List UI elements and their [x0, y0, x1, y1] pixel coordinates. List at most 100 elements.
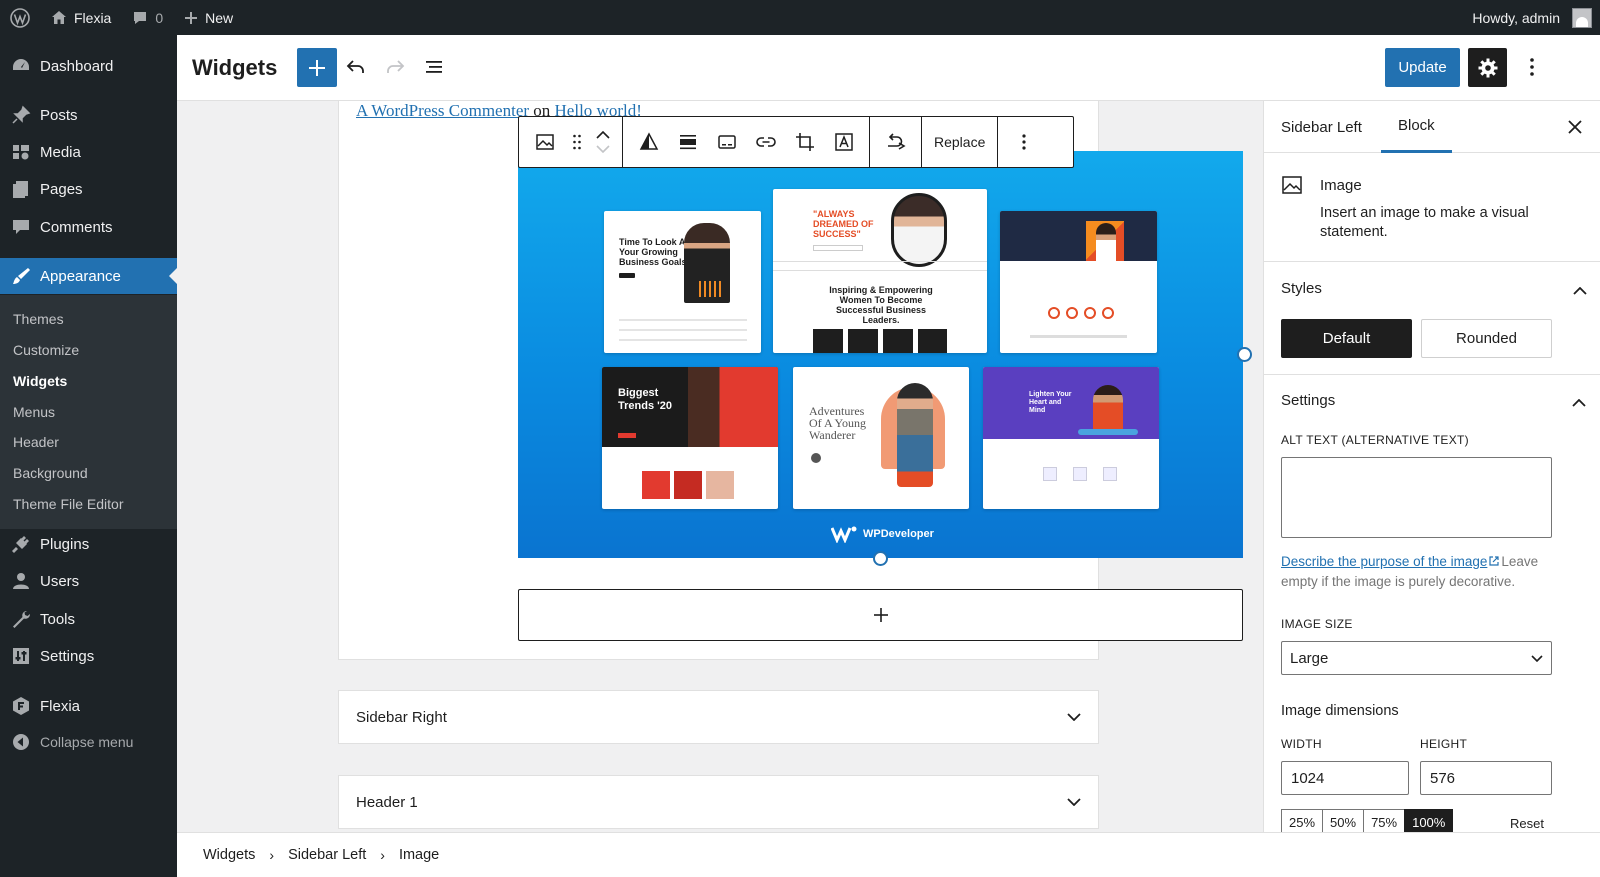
describe-purpose-link[interactable]: Describe the purpose of the image: [1281, 554, 1487, 569]
close-icon[interactable]: [1563, 115, 1587, 139]
align-icon[interactable]: [668, 122, 707, 162]
resize-handle-bottom[interactable]: [873, 551, 888, 566]
chevron-down-icon: [1531, 654, 1543, 662]
account-menu[interactable]: Howdy, admin: [1462, 0, 1600, 35]
chevron-up-icon[interactable]: [596, 131, 610, 139]
styles-title[interactable]: Styles: [1281, 280, 1322, 297]
chevron-right-icon: ›: [269, 847, 275, 863]
menu-item-flexia[interactable]: Flexia: [0, 688, 177, 724]
image-block[interactable]: Time To Look At Your Growing Business Go…: [518, 151, 1243, 558]
widget-area-title: Header 1: [356, 793, 418, 811]
menu-item-dashboard[interactable]: Dashboard: [0, 48, 177, 84]
settings-title[interactable]: Settings: [1281, 392, 1335, 409]
site-name-link[interactable]: Flexia: [40, 0, 121, 35]
thumbnail-title: Biggest Trends '20: [618, 387, 672, 412]
more-options-icon[interactable]: [1520, 55, 1544, 79]
template-thumbnail-business: Time To Look At Your Growing Business Go…: [604, 211, 761, 353]
widget-area-sidebar-right[interactable]: Sidebar Right: [338, 690, 1099, 744]
menu-label: Pages: [40, 180, 83, 198]
scale-100-button[interactable]: 100%: [1404, 809, 1454, 832]
menu-item-tools[interactable]: Tools: [0, 601, 177, 637]
height-input[interactable]: [1420, 761, 1552, 795]
duotone-filter-icon[interactable]: [629, 122, 668, 162]
chevron-down-icon: [1067, 713, 1081, 721]
tab-block[interactable]: Block: [1381, 101, 1452, 153]
reset-dimensions-button[interactable]: Reset: [1510, 816, 1544, 831]
submenu-item-background[interactable]: Background: [13, 465, 88, 481]
settings-sidebar: Sidebar Left Block Image Insert an image…: [1263, 101, 1600, 832]
wordpress-logo-icon[interactable]: [0, 0, 40, 35]
collapse-menu-button[interactable]: Collapse menu: [0, 724, 177, 760]
comment-bubble-icon: [134, 11, 147, 24]
template-thumbnail-yoga: Lighten Your Heart and Mind: [983, 367, 1159, 509]
update-button[interactable]: Update: [1385, 48, 1460, 87]
new-content-link[interactable]: New: [173, 0, 243, 35]
redo-icon[interactable]: [383, 55, 407, 79]
settings-toggle-button[interactable]: [1468, 48, 1507, 87]
menu-item-users[interactable]: Users: [0, 563, 177, 599]
scale-75-button[interactable]: 75%: [1363, 809, 1406, 832]
submenu-item-theme-file-editor[interactable]: Theme File Editor: [13, 496, 123, 512]
external-link-icon: [1489, 556, 1499, 566]
block-appender-button[interactable]: [518, 589, 1243, 641]
scale-25-button[interactable]: 25%: [1281, 809, 1324, 832]
menu-item-pages[interactable]: Pages: [0, 171, 177, 207]
style-rounded-button[interactable]: Rounded: [1421, 319, 1552, 358]
image-block-icon[interactable]: [525, 122, 564, 162]
menu-item-comments[interactable]: Comments: [0, 209, 177, 245]
person-photo-image: [897, 383, 933, 487]
comments-link[interactable]: 0: [121, 0, 173, 35]
menu-label: Collapse menu: [40, 734, 134, 750]
list-view-icon[interactable]: [422, 55, 446, 79]
chevron-up-icon[interactable]: [1573, 282, 1587, 298]
brand-name: WPDeveloper: [863, 528, 934, 540]
styles-panel: Styles Default Rounded: [1264, 262, 1600, 375]
breadcrumb-item-sidebar-left[interactable]: Sidebar Left: [288, 847, 366, 863]
commenter-link[interactable]: A WordPress Commenter: [356, 101, 529, 120]
menu-label: Settings: [40, 647, 95, 665]
menu-item-settings[interactable]: Settings: [0, 638, 177, 674]
editor-canvas: A WordPress Commenter on Hello world! Re…: [177, 101, 1263, 832]
transform-redirect-icon[interactable]: [876, 122, 915, 162]
text-over-image-icon[interactable]: [824, 122, 863, 162]
submenu-item-header[interactable]: Header: [13, 434, 59, 450]
block-inserter-button[interactable]: [297, 48, 337, 87]
admin-menu: Dashboard Posts Media Pages Comments App…: [0, 35, 177, 877]
width-input[interactable]: [1281, 761, 1409, 795]
toolbar-group-replace: Replace: [922, 117, 999, 167]
replace-button[interactable]: Replace: [928, 122, 991, 162]
scale-50-button[interactable]: 50%: [1322, 809, 1365, 832]
alt-text-field[interactable]: [1281, 457, 1552, 538]
menu-item-media[interactable]: Media: [0, 134, 177, 170]
caption-icon[interactable]: [707, 122, 746, 162]
settings-sliders-icon: [10, 645, 32, 667]
chevron-down-icon[interactable]: [596, 145, 610, 153]
chevron-up-icon[interactable]: [1572, 394, 1586, 410]
link-icon[interactable]: [746, 122, 785, 162]
user-icon: [10, 570, 32, 592]
submenu-item-menus[interactable]: Menus: [13, 404, 55, 420]
menu-item-plugins[interactable]: Plugins: [0, 526, 177, 562]
tab-sidebar-left[interactable]: Sidebar Left: [1264, 101, 1379, 153]
submenu-item-widgets[interactable]: Widgets: [13, 373, 67, 389]
block-breadcrumb: Widgets › Sidebar Left › Image: [177, 832, 1600, 877]
image-size-select[interactable]: Large: [1281, 641, 1552, 675]
menu-label: Dashboard: [40, 57, 114, 75]
breadcrumb-item-widgets[interactable]: Widgets: [203, 847, 255, 863]
menu-item-posts[interactable]: Posts: [0, 97, 177, 133]
drag-handle-icon[interactable]: [564, 122, 590, 162]
menu-item-appearance[interactable]: Appearance: [0, 258, 177, 294]
wpdeveloper-logo-icon: [831, 526, 857, 543]
person-photo-image: [688, 367, 778, 447]
submenu-item-customize[interactable]: Customize: [13, 342, 79, 358]
submenu-item-themes[interactable]: Themes: [13, 311, 64, 327]
undo-icon[interactable]: [344, 55, 368, 79]
block-options-icon[interactable]: [1004, 122, 1043, 162]
plus-icon: [873, 608, 888, 622]
menu-label: Posts: [40, 106, 78, 124]
widget-area-header-1[interactable]: Header 1: [338, 775, 1099, 829]
editor-header: Widgets Update: [177, 35, 1600, 101]
resize-handle-right[interactable]: [1237, 347, 1252, 362]
crop-icon[interactable]: [785, 122, 824, 162]
style-default-button[interactable]: Default: [1281, 319, 1412, 358]
